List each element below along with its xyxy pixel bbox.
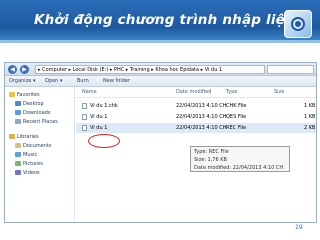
file-size: 1 KB: [304, 114, 316, 120]
highlight-circle: [88, 134, 120, 148]
tooltip-type: Type: REC File: [194, 149, 229, 155]
column-size[interactable]: Size: [274, 89, 284, 96]
tooltip-date: Date modified: 22/04/2013 4:10 CH: [194, 165, 284, 171]
music-icon: [15, 152, 21, 157]
file-type: QES File: [226, 114, 247, 120]
slide-title: Khởi động chương trình nhập liệu: [34, 12, 295, 28]
logo-badge-icon: [284, 10, 312, 38]
organize-button[interactable]: Organize ▾: [9, 76, 36, 87]
explorer-window: ◀ ▶ ▸ Computer ▸ Local Disk (E:) ▸ PHC ▸…: [4, 62, 317, 223]
nav-libraries[interactable]: Libraries: [9, 133, 39, 142]
star-icon: [9, 92, 15, 97]
open-button[interactable]: Open ▾: [45, 76, 62, 87]
slide: Khởi động chương trình nhập liệu ◀ ▶ ▸ C…: [0, 0, 320, 240]
pictures-icon: [15, 161, 21, 166]
header-divider: [76, 97, 316, 98]
recent-places-icon: [15, 119, 21, 124]
forward-icon[interactable]: ▶: [20, 65, 29, 74]
file-name: Vi du 1: [90, 125, 108, 131]
burn-button[interactable]: Burn: [77, 76, 89, 87]
file-date: 22/04/2013 4:10 CH: [176, 103, 227, 109]
title-underline: [0, 40, 320, 43]
nav-recent-places[interactable]: Recent Places: [15, 118, 58, 127]
nav-music[interactable]: Music: [15, 151, 37, 160]
file-icon: [82, 114, 87, 120]
tooltip-size: Size: 1,76 KB: [194, 157, 227, 163]
navigation-pane: Favorites Desktop Downloads Recent Place…: [5, 87, 75, 222]
file-icon: [82, 125, 87, 131]
address-bar: ◀ ▶ ▸ Computer ▸ Local Disk (E:) ▸ PHC ▸…: [5, 63, 316, 76]
file-date: 22/04/2013 4:10 CH: [176, 125, 227, 131]
command-bar: Organize ▾ Open ▾ Burn New folder: [5, 76, 316, 87]
nav-videos[interactable]: Videos: [15, 169, 40, 178]
file-icon: [82, 103, 87, 109]
documents-icon: [15, 143, 21, 148]
badge-center: [295, 21, 301, 27]
file-size: 1 KB: [304, 103, 316, 109]
nav-documents[interactable]: Documents: [15, 142, 52, 151]
title-bar: Khởi động chương trình nhập liệu: [0, 0, 320, 40]
file-row-selected[interactable]: Vi du 1 22/04/2013 4:10 CH REC File 2 KB: [76, 123, 316, 133]
page-number: 19: [295, 224, 303, 231]
column-name[interactable]: Name: [82, 89, 97, 96]
file-row[interactable]: Vi du 1.chk 22/04/2013 4:10 CH CHK File …: [76, 101, 316, 111]
search-input[interactable]: [267, 65, 314, 74]
breadcrumb[interactable]: ▸ Computer ▸ Local Disk (E:) ▸ PHC ▸ Tra…: [35, 65, 265, 74]
file-type: REC File: [226, 125, 247, 131]
file-name: Vi du 1.chk: [90, 103, 118, 109]
column-date-modified[interactable]: Date modified: [176, 89, 211, 96]
file-type: CHK File: [226, 103, 247, 109]
nav-downloads[interactable]: Downloads: [15, 109, 50, 118]
nav-pictures[interactable]: Pictures: [15, 160, 43, 169]
file-size: 2 KB: [304, 125, 316, 131]
file-name: Vi du 1: [90, 114, 108, 120]
file-date: 22/04/2013 4:10 CH: [176, 114, 227, 120]
new-folder-button[interactable]: New folder: [103, 76, 130, 87]
file-tooltip: Type: REC File Size: 1,76 KB Date modifi…: [190, 146, 290, 172]
nav-desktop[interactable]: Desktop: [15, 100, 44, 109]
file-row[interactable]: Vi du 1 22/04/2013 4:10 CH QES File 1 KB: [76, 112, 316, 122]
nav-favorites[interactable]: Favorites: [9, 91, 40, 100]
videos-icon: [15, 170, 21, 175]
back-icon[interactable]: ◀: [8, 65, 17, 74]
libraries-icon: [9, 134, 15, 139]
desktop-icon: [15, 101, 21, 106]
column-type[interactable]: Type: [226, 89, 237, 96]
downloads-icon: [15, 110, 21, 115]
